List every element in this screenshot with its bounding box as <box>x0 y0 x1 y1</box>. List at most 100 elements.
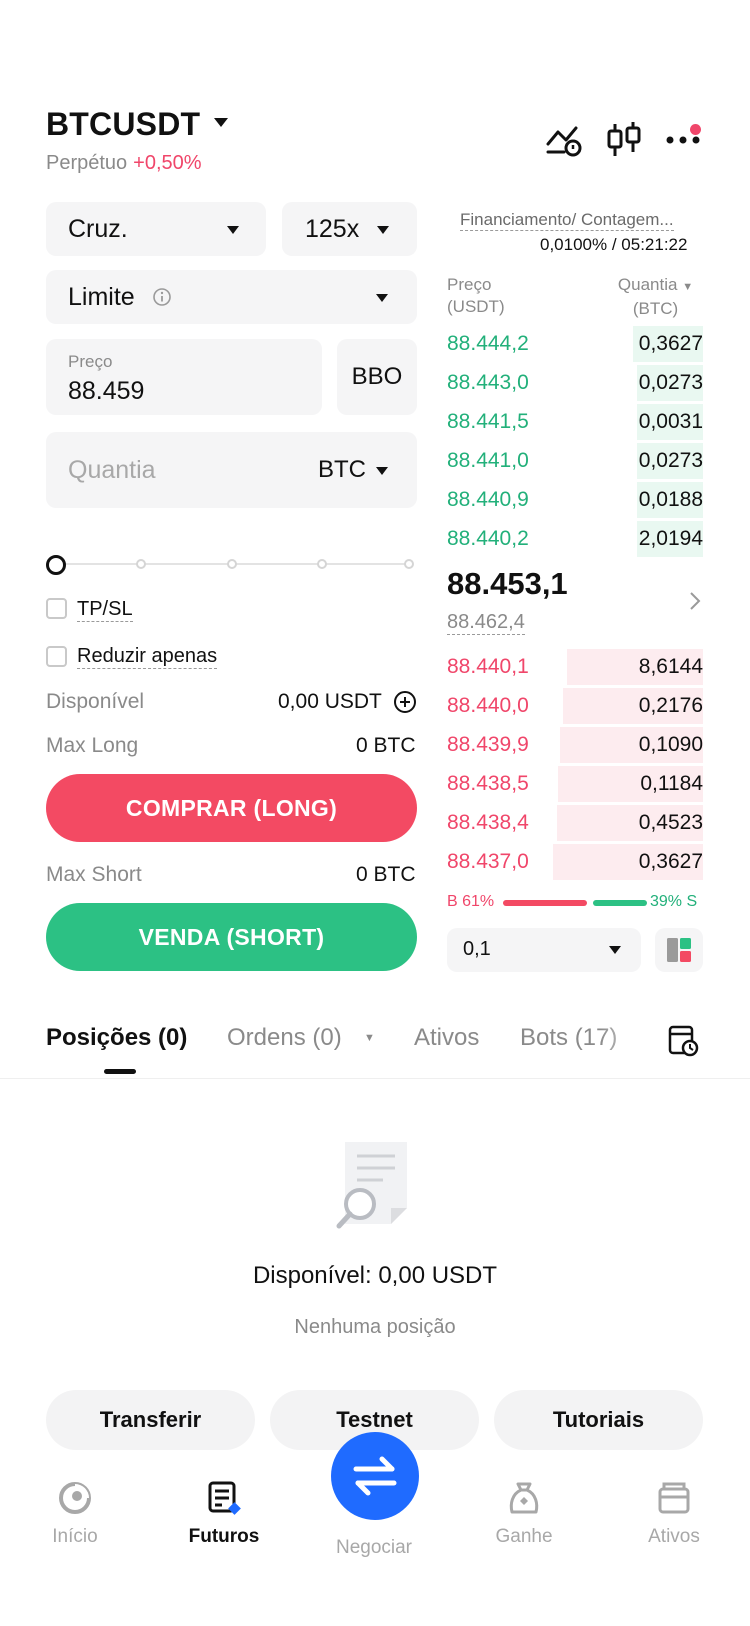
reduce-only-label[interactable]: Reduzir apenas <box>77 645 218 669</box>
qty-header-unit: (BTC) <box>632 299 679 318</box>
ask-qty: 0,0188 <box>638 488 703 511</box>
reduce-only-checkbox[interactable] <box>46 646 67 667</box>
tpsl-checkbox[interactable] <box>46 598 67 619</box>
ask-price: 88.441,0 <box>447 449 529 472</box>
quantity-input[interactable]: Quantia BTC <box>46 432 417 508</box>
add-funds-icon[interactable] <box>393 690 417 714</box>
bbo-label: BBO <box>351 363 403 390</box>
ask-row[interactable]: 88.440,2 2,0194 <box>447 520 703 558</box>
funding-label[interactable]: Financiamento/ Contagem... <box>460 210 674 231</box>
price-input[interactable]: Preço 88.459 <box>46 339 322 415</box>
active-tab-indicator <box>104 1069 136 1074</box>
orders-caret-icon[interactable]: ▼ <box>364 1032 375 1044</box>
ask-row[interactable]: 88.444,2 0,3627 <box>447 325 703 363</box>
earn-bag-icon <box>509 1482 539 1514</box>
bid-qty: 8,6144 <box>638 655 703 678</box>
futures-icon <box>208 1481 241 1515</box>
ask-qty: 0,0031 <box>638 410 703 433</box>
sort-caret-icon[interactable]: ▼ <box>682 281 693 293</box>
ask-price: 88.441,5 <box>447 410 529 433</box>
chevron-right-icon[interactable] <box>688 590 702 612</box>
nav-futures-label: Futuros <box>188 1526 260 1547</box>
chevron-down-icon <box>227 226 239 234</box>
tab-orders[interactable]: Ordens (0) <box>227 1024 342 1052</box>
buy-ratio-fill <box>503 900 587 906</box>
chevron-down-icon[interactable] <box>376 467 388 475</box>
tab-fade <box>600 1015 670 1059</box>
tab-assets[interactable]: Ativos <box>414 1024 479 1052</box>
bid-qty: 0,3627 <box>638 850 703 873</box>
price-label: Preço <box>68 352 113 371</box>
wallet-icon <box>658 1482 690 1514</box>
candlestick-chart-icon[interactable] <box>604 120 644 160</box>
order-history-icon[interactable] <box>666 1024 700 1058</box>
nav-assets[interactable]: Ativos <box>614 1480 734 1548</box>
precision-value: 0,1 <box>463 938 491 960</box>
nav-earn[interactable]: Ganhe <box>464 1480 584 1548</box>
bid-qty: 0,1184 <box>640 772 703 795</box>
mark-price[interactable]: 88.462,4 <box>447 611 525 635</box>
transfer-button[interactable]: Transferir <box>46 1390 255 1450</box>
ask-row[interactable]: 88.443,0 0,0273 <box>447 364 703 402</box>
ask-row[interactable]: 88.441,5 0,0031 <box>447 403 703 441</box>
nav-trade[interactable]: Negociar <box>314 1537 434 1559</box>
ask-qty: 2,0194 <box>638 527 703 550</box>
slider-step[interactable] <box>136 559 146 569</box>
bid-price: 88.438,5 <box>447 772 529 795</box>
price-value: 88.459 <box>68 377 145 405</box>
bid-row[interactable]: 88.440,1 8,6144 <box>447 648 703 686</box>
bid-row[interactable]: 88.438,4 0,4523 <box>447 804 703 842</box>
quantity-slider[interactable] <box>46 552 417 576</box>
nav-futures[interactable]: Futuros <box>164 1480 284 1548</box>
nav-home[interactable]: Início <box>15 1480 135 1548</box>
tpsl-label[interactable]: TP/SL <box>77 598 133 622</box>
order-type-value: Limite <box>68 283 135 311</box>
bid-qty: 0,4523 <box>638 811 703 834</box>
slider-step[interactable] <box>404 559 414 569</box>
trade-fab-button[interactable] <box>331 1432 419 1520</box>
chevron-down-icon <box>376 294 388 302</box>
pair-title[interactable]: BTCUSDT <box>46 106 200 143</box>
tab-positions[interactable]: Posições (0) <box>46 1024 187 1052</box>
bid-row[interactable]: 88.440,0 0,2176 <box>447 687 703 725</box>
bid-qty: 0,1090 <box>638 733 703 756</box>
slider-handle[interactable] <box>46 555 66 575</box>
leverage-select[interactable]: 125x <box>282 202 417 256</box>
available-value: 0,00 USDT <box>278 690 382 713</box>
leverage-value: 125x <box>305 215 360 243</box>
max-short-label: Max Short <box>46 863 142 886</box>
precision-select[interactable]: 0,1 <box>447 928 641 972</box>
bid-row[interactable]: 88.439,9 0,1090 <box>447 726 703 764</box>
ask-price: 88.444,2 <box>447 332 529 355</box>
buy-long-button[interactable]: COMPRAR (LONG) <box>46 774 417 842</box>
tutorials-button[interactable]: Tutoriais <box>494 1390 703 1450</box>
quantity-unit[interactable]: BTC <box>318 456 366 484</box>
order-type-select[interactable]: Limite <box>46 270 417 324</box>
max-long-label: Max Long <box>46 734 139 757</box>
info-icon[interactable] <box>152 287 172 307</box>
bid-price: 88.440,1 <box>447 655 529 678</box>
bid-price: 88.438,4 <box>447 811 529 834</box>
ask-qty: 0,0273 <box>638 371 703 394</box>
bbo-button[interactable]: BBO <box>337 339 417 415</box>
slider-step[interactable] <box>227 559 237 569</box>
layout-toggle-icon <box>667 938 691 962</box>
ask-price: 88.440,2 <box>447 527 529 550</box>
ask-price: 88.443,0 <box>447 371 529 394</box>
max-long-value: 0 BTC <box>356 734 416 757</box>
margin-mode-select[interactable]: Cruz. <box>46 202 266 256</box>
ask-qty: 0,3627 <box>638 332 703 355</box>
bid-price: 88.439,9 <box>447 733 529 756</box>
ask-row[interactable]: 88.440,9 0,0188 <box>447 481 703 519</box>
bid-row[interactable]: 88.437,0 0,3627 <box>447 843 703 881</box>
chart-indicator-icon[interactable] <box>544 120 584 160</box>
orderbook-layout-button[interactable] <box>655 928 703 972</box>
sell-short-button[interactable]: VENDA (SHORT) <box>46 903 417 971</box>
slider-step[interactable] <box>317 559 327 569</box>
orderbook-qty-header[interactable]: Quantia ▼ (BTC) <box>608 274 703 320</box>
ask-row[interactable]: 88.441,0 0,0273 <box>447 442 703 480</box>
nav-home-label: Início <box>52 1526 98 1547</box>
bid-row[interactable]: 88.438,5 0,1184 <box>447 765 703 803</box>
pair-dropdown-caret-icon[interactable] <box>214 118 228 127</box>
orderbook-price-header: Preço (USDT) <box>447 274 505 318</box>
